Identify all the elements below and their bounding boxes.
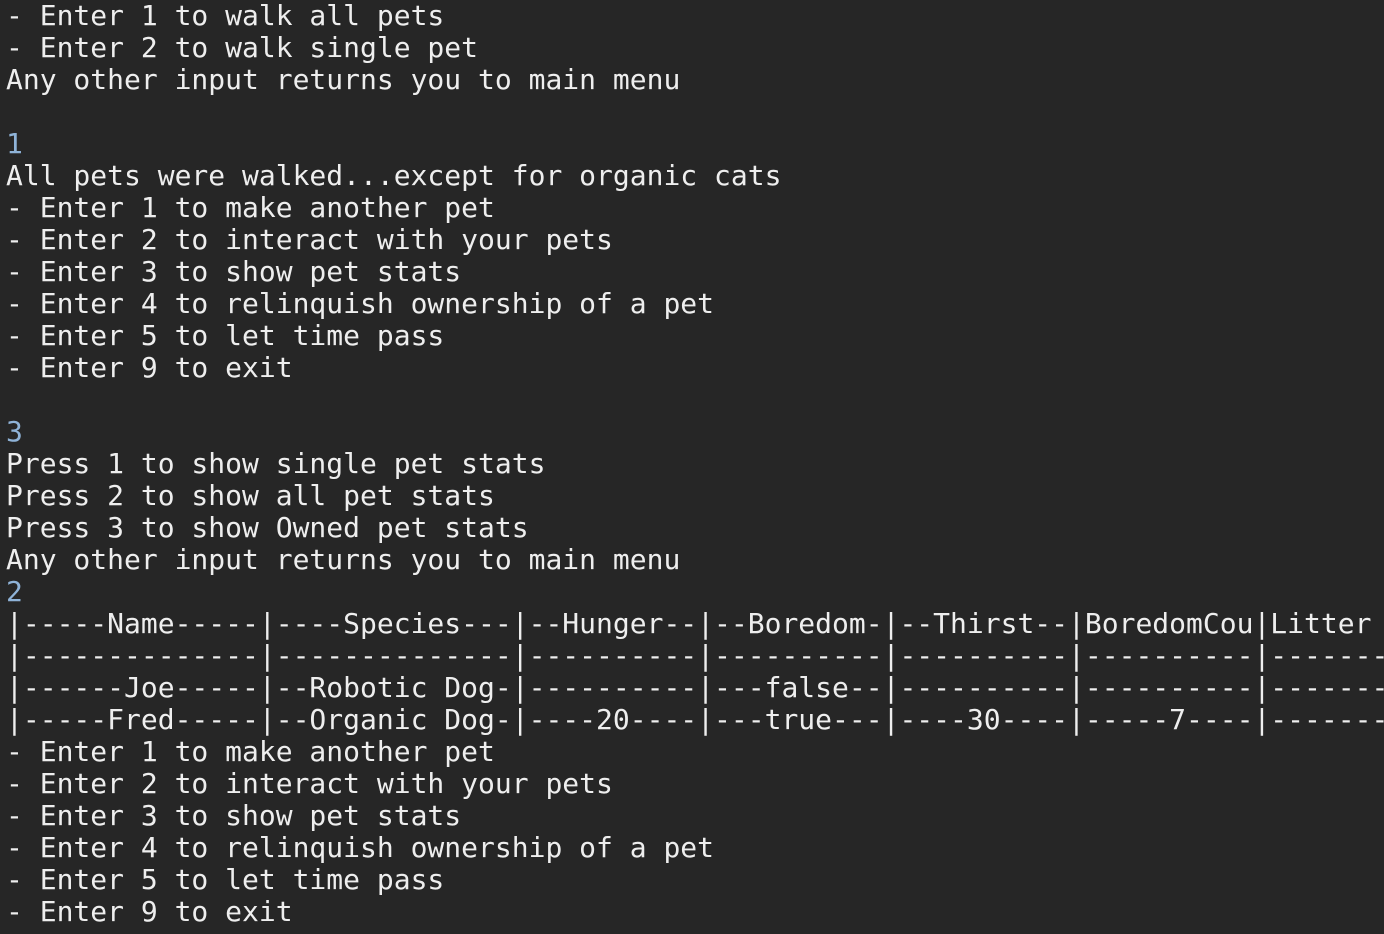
user-input-line: 1 <box>6 127 23 160</box>
menu-line: - Enter 5 to let time pass <box>6 319 445 352</box>
menu-line: Press 2 to show all pet stats <box>6 479 495 512</box>
table-separator: |--------------|--------------|---------… <box>6 639 1384 672</box>
menu-line: Any other input returns you to main menu <box>6 543 681 576</box>
user-input-line: 3 <box>6 415 23 448</box>
menu-line: - Enter 9 to exit <box>6 895 293 928</box>
menu-line: - Enter 3 to show pet stats <box>6 255 462 288</box>
table-header: |-----Name-----|----Species---|--Hunger-… <box>6 607 1372 640</box>
menu-line: - Enter 4 to relinquish ownership of a p… <box>6 287 715 320</box>
terminal-window[interactable]: - Enter 1 to walk all pets - Enter 2 to … <box>0 0 1384 934</box>
menu-line: Press 3 to show Owned pet stats <box>6 511 529 544</box>
menu-line: - Enter 1 to make another pet <box>6 735 495 768</box>
table-row: |-----Fred-----|--Organic Dog-|----20---… <box>6 703 1384 736</box>
menu-line: - Enter 4 to relinquish ownership of a p… <box>6 831 715 864</box>
output-line: All pets were walked...except for organi… <box>6 159 782 192</box>
menu-line: - Enter 5 to let time pass <box>6 863 445 896</box>
menu-line: - Enter 2 to walk single pet <box>6 31 479 64</box>
user-input-line: 2 <box>6 575 23 608</box>
menu-line: Press 1 to show single pet stats <box>6 447 546 480</box>
menu-line: - Enter 1 to make another pet <box>6 191 495 224</box>
menu-line: - Enter 1 to walk all pets <box>6 0 445 32</box>
menu-line: - Enter 2 to interact with your pets <box>6 767 613 800</box>
table-row: |------Joe-----|--Robotic Dog-|---------… <box>6 671 1384 704</box>
menu-line: - Enter 3 to show pet stats <box>6 799 462 832</box>
menu-line: Any other input returns you to main menu <box>6 63 681 96</box>
menu-line: - Enter 2 to interact with your pets <box>6 223 613 256</box>
menu-line: - Enter 9 to exit <box>6 351 293 384</box>
